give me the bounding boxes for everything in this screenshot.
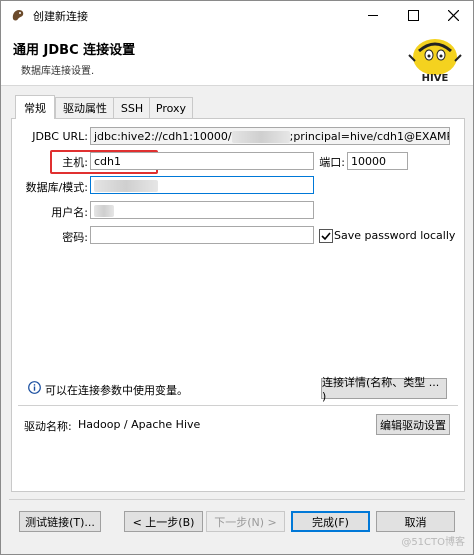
driver-name-value: Hadoop / Apache Hive (78, 418, 201, 431)
password-input[interactable] (90, 226, 314, 244)
save-password-checkbox[interactable] (319, 229, 333, 243)
general-settings-panel: JDBC URL: jdbc:hive2://cdh1:10000/ ;princ… (11, 118, 465, 492)
info-icon (28, 381, 41, 394)
jdbc-url-label: JDBC URL: (32, 130, 88, 143)
finish-button[interactable]: 完成(F) (291, 511, 370, 532)
password-label: 密码: (62, 231, 88, 244)
close-icon (447, 9, 459, 21)
dialog-header: 通用 JDBC 连接设置 数据库连接设置. HIVE (1, 29, 473, 86)
test-connection-button[interactable]: 测试链接(T)... (19, 511, 101, 532)
redacted-text (94, 180, 158, 192)
watermark: @51CTO博客 (401, 537, 465, 548)
redacted-text (231, 131, 290, 143)
edit-driver-settings-button[interactable]: 编辑驱动设置 (376, 414, 450, 435)
host-input[interactable]: cdh1 (90, 152, 314, 170)
host-label: 主机: (62, 156, 88, 169)
svg-text:HIVE: HIVE (422, 73, 449, 84)
tab-proxy[interactable]: Proxy (149, 97, 193, 118)
window-title: 创建新连接 (33, 10, 88, 23)
jdbc-url-field[interactable]: jdbc:hive2://cdh1:10000/ ;principal=hive/… (90, 127, 450, 145)
driver-name-label: 驱动名称: (24, 420, 72, 433)
cancel-button[interactable]: 取消 (376, 511, 455, 532)
jdbc-url-suffix: ;principal=hive/cdh1@EXAMPLE.C (289, 130, 450, 143)
next-button[interactable]: 下一步(N) > (206, 511, 285, 532)
separator (18, 405, 458, 406)
port-value: 10000 (351, 155, 386, 168)
connection-details-button[interactable]: 连接详情(名称、类型 ... ) (321, 376, 447, 403)
redacted-text (94, 205, 114, 217)
new-connection-window: 创建新连接 通用 JDBC 连接设置 数据库连接设置. HIVE 常规 驱动属性… (0, 0, 474, 555)
database-label: 数据库/模式: (25, 181, 88, 194)
page-subtitle: 数据库连接设置. (21, 66, 95, 77)
maximize-icon (407, 9, 419, 21)
username-label: 用户名: (51, 206, 88, 219)
hive-logo: HIVE (408, 39, 462, 84)
minimize-icon (368, 14, 378, 16)
check-icon (321, 232, 331, 241)
database-input[interactable] (90, 176, 314, 194)
dbeaver-app-icon (12, 10, 24, 21)
save-password-label: Save password locally (334, 229, 456, 242)
maximize-button[interactable] (393, 1, 433, 29)
previous-button[interactable]: < 上一步(B) (124, 511, 203, 532)
footer-separator (9, 499, 465, 500)
title-bar: 创建新连接 (1, 1, 473, 29)
username-input[interactable] (90, 201, 314, 219)
port-input[interactable]: 10000 (347, 152, 408, 170)
jdbc-url-prefix: jdbc:hive2://cdh1:10000/ (94, 130, 232, 143)
variables-info-text: 可以在连接参数中使用变量。 (45, 384, 188, 397)
minimize-button[interactable] (353, 1, 393, 29)
close-button[interactable] (433, 1, 473, 29)
host-value: cdh1 (94, 155, 122, 168)
tab-ssh[interactable]: SSH (113, 97, 151, 118)
tab-general[interactable]: 常规 (15, 95, 55, 119)
port-label: 端口: (319, 156, 345, 169)
page-title: 通用 JDBC 连接设置 (13, 43, 136, 58)
tab-driver-properties[interactable]: 驱动属性 (55, 97, 115, 118)
